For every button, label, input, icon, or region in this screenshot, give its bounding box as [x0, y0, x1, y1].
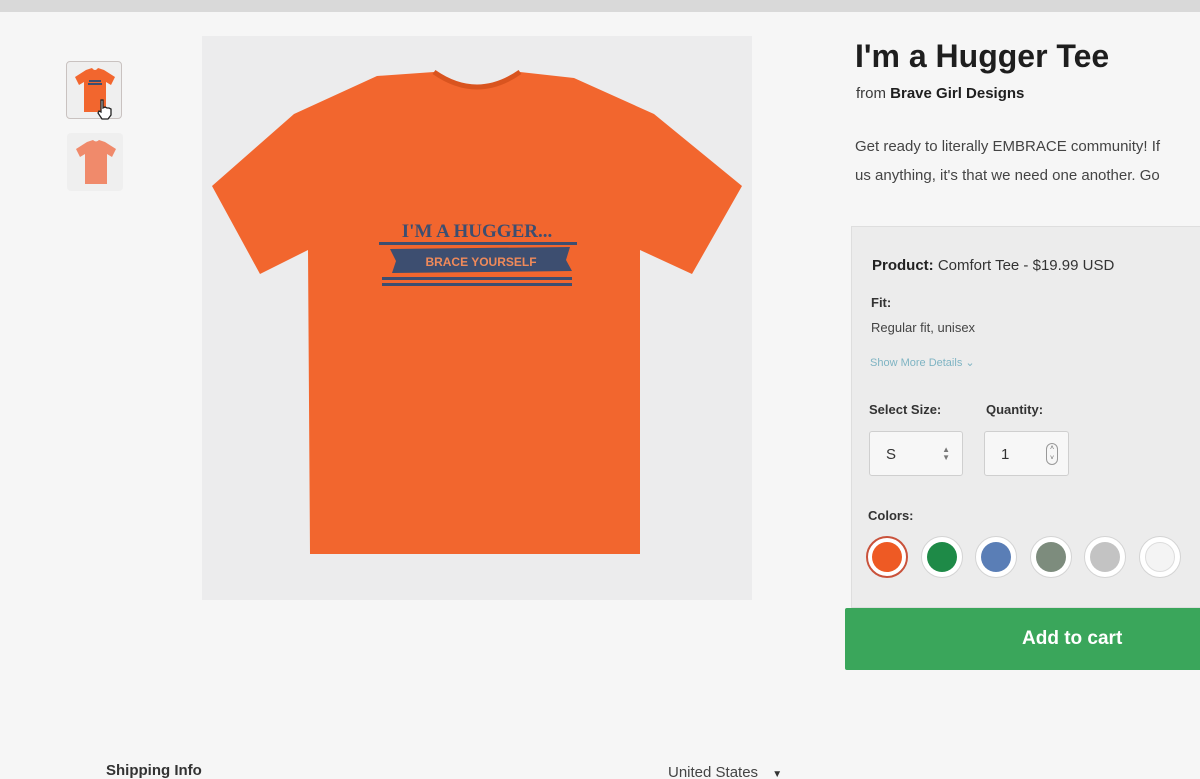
tshirt-graphic [212, 72, 742, 554]
color-dot [981, 542, 1011, 572]
stepper-arrows-icon[interactable]: ˄ ˅ [1046, 443, 1058, 465]
brand-byline: from Brave Girl Designs [856, 85, 1024, 102]
country-value: United States [668, 764, 759, 779]
product-type-label: Product: [872, 257, 934, 274]
product-title: I'm a Hugger Tee [855, 38, 1110, 74]
description-line: Get ready to literally EMBRACE community… [855, 138, 1161, 155]
colors-label: Colors: [868, 508, 914, 523]
quantity-value: 1 [1001, 446, 1010, 463]
product-description: Get ready to literally EMBRACE community… [855, 132, 1200, 190]
tshirt-back-thumbnail-icon [76, 140, 116, 184]
shipping-info-heading: Shipping Info [106, 762, 202, 779]
product-type-row: Product: Comfort Tee - $19.99 USD [872, 257, 1114, 274]
show-more-label: Show More Details [870, 357, 963, 369]
product-type-value: Comfort Tee - $19.99 USD [937, 257, 1115, 274]
fit-label: Fit: [871, 295, 892, 310]
product-image: I'M A HUGGER... BRACE YOURSELF [202, 36, 752, 600]
brand-link[interactable]: Brave Girl Designs [890, 85, 1024, 102]
show-more-details-link[interactable]: Show More Details ⌄ [870, 356, 975, 369]
color-dot [872, 542, 902, 572]
chevron-down-icon: ⌄ [965, 357, 975, 369]
browser-top-edge [0, 0, 1200, 12]
fit-value: Regular fit, unisex [871, 320, 976, 335]
color-swatch-blue[interactable] [975, 536, 1017, 578]
color-dot [927, 542, 957, 572]
caret-down-icon: ▼ [772, 769, 783, 779]
size-value: S [886, 446, 897, 463]
add-to-cart-button[interactable]: Add to cart [845, 608, 1200, 670]
color-swatch-orange[interactable] [866, 536, 908, 578]
size-select[interactable]: S ▲ ▼ [869, 431, 963, 476]
shirt-print-line1: I'M A HUGGER... [402, 221, 552, 242]
color-dot [1036, 542, 1066, 572]
select-arrows-icon: ▲ ▼ [942, 445, 950, 462]
size-label: Select Size: [869, 402, 942, 417]
color-dot [1090, 542, 1120, 572]
color-swatch-sage[interactable] [1030, 536, 1072, 578]
hand-cursor-icon [95, 98, 115, 125]
description-line: us anything, it's that we need one anoth… [855, 167, 1160, 184]
byline-prefix: from [856, 85, 886, 102]
quantity-stepper[interactable]: 1 ˄ ˅ [984, 431, 1069, 476]
shirt-print-line2: BRACE YOURSELF [425, 255, 536, 269]
quantity-label: Quantity: [986, 402, 1044, 417]
color-dot [1145, 542, 1175, 572]
color-swatch-light-gray[interactable] [1084, 536, 1126, 578]
color-swatch-green[interactable] [921, 536, 963, 578]
thumbnail-back[interactable] [67, 133, 123, 191]
country-select[interactable]: United States ▼ [668, 764, 782, 779]
color-swatch-white[interactable] [1139, 536, 1181, 578]
